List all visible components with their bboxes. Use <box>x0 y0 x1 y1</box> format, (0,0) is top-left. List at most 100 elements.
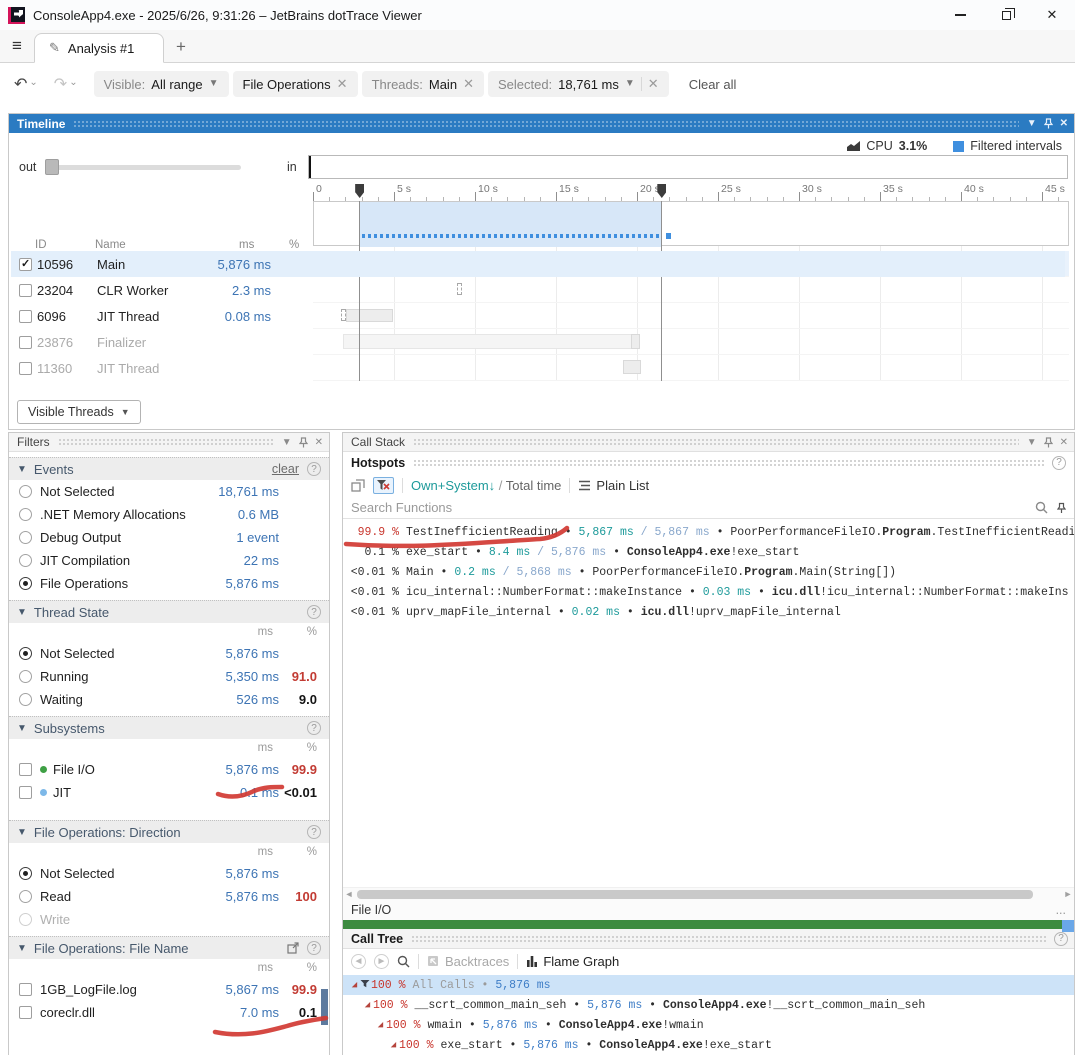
zoom-slider-track[interactable] <box>45 165 241 170</box>
panel-close-icon[interactable]: ✕ <box>315 437 323 448</box>
filter-row[interactable]: Read5,876 ms100 <box>9 885 329 908</box>
navigate-forward-button[interactable]: ► <box>374 954 389 969</box>
chip-close-icon[interactable]: ✕ <box>463 76 474 92</box>
sort-mode-toggle[interactable]: Own+System↓ / Total time <box>411 478 561 493</box>
pin-icon[interactable] <box>1044 437 1053 448</box>
search-icon[interactable] <box>1035 501 1048 514</box>
plain-list-button[interactable]: Plain List <box>578 478 649 493</box>
radio-button[interactable] <box>19 867 32 880</box>
calltree-row[interactable]: ◢100 %wmain • 5,876 ms • ConsoleApp4.exe… <box>343 1015 1074 1035</box>
filter-row[interactable]: Running5,350 ms91.0 <box>9 665 329 688</box>
panel-dropdown-icon[interactable]: ▼ <box>1027 118 1037 129</box>
zoom-range-caret[interactable] <box>309 156 311 178</box>
radio-button[interactable] <box>19 890 32 903</box>
filter-row[interactable]: coreclr.dll7.0 ms0.1 <box>9 1001 329 1024</box>
thread-checkbox[interactable] <box>19 310 32 323</box>
thread-row[interactable]: 10596Main5,876 ms <box>11 251 1065 277</box>
more-icon[interactable]: ... <box>1056 903 1066 917</box>
chevron-down-icon[interactable]: ▼ <box>625 78 635 89</box>
hotspot-row[interactable]: 99.9 %TestInefficientReading • 5,867 ms … <box>343 522 1074 542</box>
thread-row[interactable]: 23876Finalizer <box>11 329 1065 355</box>
filter-row[interactable]: File Operations5,876 ms <box>9 572 329 595</box>
thread-checkbox[interactable] <box>19 362 32 375</box>
backtraces-button[interactable]: Backtraces <box>427 954 509 969</box>
help-icon[interactable]: ? <box>307 721 321 735</box>
chip-close-icon[interactable]: ✕ <box>648 76 659 92</box>
help-icon[interactable]: ? <box>1052 456 1066 470</box>
panel-dropdown-icon[interactable]: ▼ <box>282 437 292 448</box>
calltree-row[interactable]: ◢100 %__scrt_common_main_seh • 5,876 ms … <box>343 995 1074 1015</box>
vertical-scrollbar-thumb[interactable] <box>1062 920 1074 932</box>
radio-button[interactable] <box>19 508 32 521</box>
radio-button[interactable] <box>19 647 32 660</box>
radio-button[interactable] <box>19 693 32 706</box>
undo-button[interactable]: ↶⌄ <box>14 74 38 94</box>
filter-chip-1[interactable]: Visible:All range▼ <box>94 71 229 97</box>
filter-row[interactable]: File I/O5,876 ms99.9 <box>9 758 329 781</box>
add-tab-button[interactable]: + <box>164 32 198 62</box>
radio-button[interactable] <box>19 531 32 544</box>
filter-section-header-5[interactable]: ▼File Operations: File Name? <box>9 936 329 959</box>
thread-row[interactable]: 6096JIT Thread0.08 ms <box>11 303 1065 329</box>
thread-row[interactable]: 23204CLR Worker2.3 ms <box>11 277 1065 303</box>
horizontal-scrollbar[interactable]: ◄ ► <box>343 887 1074 900</box>
checkbox[interactable] <box>19 763 32 776</box>
tab-analysis-1[interactable]: ✎ Analysis #1 <box>34 33 164 63</box>
filter-row[interactable]: Not Selected5,876 ms <box>9 642 329 665</box>
hotspot-row[interactable]: <0.01 %Main • 0.2 ms / 5,868 ms • PoorPe… <box>343 562 1074 582</box>
selection-end-handle[interactable] <box>657 184 666 198</box>
expander-open-icon[interactable]: ◢ <box>349 980 360 990</box>
hotspot-row[interactable]: <0.01 %uprv_mapFile_internal • 0.02 ms •… <box>343 602 1074 622</box>
panel-close-icon[interactable]: ✕ <box>1060 118 1068 129</box>
thread-checkbox[interactable] <box>19 258 32 271</box>
checkbox[interactable] <box>19 1006 32 1019</box>
filter-row[interactable]: JIT Compilation22 ms <box>9 549 329 572</box>
thread-checkbox[interactable] <box>19 284 32 297</box>
filter-section-header-2[interactable]: ▼Thread State? <box>9 600 329 623</box>
radio-button[interactable] <box>19 554 32 567</box>
radio-button[interactable] <box>19 577 32 590</box>
panel-close-icon[interactable]: ✕ <box>1060 437 1068 448</box>
clear-all-button[interactable]: Clear all <box>689 77 737 92</box>
expander-open-icon[interactable]: ◢ <box>362 1000 373 1010</box>
filter-row[interactable]: Write <box>9 908 329 931</box>
panel-dropdown-icon[interactable]: ▼ <box>1027 437 1037 448</box>
hotspot-row[interactable]: 0.1 %exe_start • 8.4 ms / 5,876 ms • Con… <box>343 542 1074 562</box>
events-track[interactable] <box>313 201 1069 246</box>
chip-close-icon[interactable]: ✕ <box>337 76 348 92</box>
sort-total-time[interactable]: Total time <box>506 478 562 493</box>
export-icon[interactable] <box>287 942 299 954</box>
filters-scrollbar-thumb[interactable] <box>321 989 328 1025</box>
close-button[interactable]: ✕ <box>1029 0 1075 30</box>
help-icon[interactable]: ? <box>307 941 321 955</box>
radio-button[interactable] <box>19 913 32 926</box>
navigate-back-button[interactable]: ◄ <box>351 954 366 969</box>
flame-graph-button[interactable]: Flame Graph <box>526 954 619 969</box>
filter-row[interactable]: Debug Output1 event <box>9 526 329 549</box>
selection-start-handle[interactable] <box>355 184 364 198</box>
fileio-section-header[interactable]: File I/O ... <box>343 900 1074 920</box>
scroll-left-icon[interactable]: ◄ <box>343 889 355 899</box>
expander-open-icon[interactable]: ◢ <box>375 1020 386 1030</box>
collapse-nodes-button[interactable] <box>351 479 365 492</box>
remove-filter-button[interactable] <box>373 477 394 494</box>
minimize-button[interactable] <box>937 0 983 30</box>
thread-row[interactable]: 11360JIT Thread <box>11 355 1065 381</box>
filter-chip-3[interactable]: Threads:Main✕ <box>362 71 484 97</box>
clear-link[interactable]: clear <box>272 462 299 476</box>
redo-button[interactable]: ↷⌄ <box>54 74 78 94</box>
maximize-button[interactable] <box>983 0 1029 30</box>
hotspot-row[interactable]: <0.01 %icu_internal::NumberFormat::makeI… <box>343 582 1074 602</box>
visible-threads-button[interactable]: Visible Threads ▼ <box>17 400 141 424</box>
scrollbar-thumb[interactable] <box>357 890 1033 899</box>
calltree-row[interactable]: ◢100 %All Calls • 5,876 ms <box>343 975 1074 995</box>
radio-button[interactable] <box>19 670 32 683</box>
help-icon[interactable]: ? <box>307 605 321 619</box>
filter-row[interactable]: Not Selected18,761 ms <box>9 480 329 503</box>
thread-checkbox[interactable] <box>19 336 32 349</box>
filter-row[interactable]: .NET Memory Allocations0.6 MB <box>9 503 329 526</box>
checkbox[interactable] <box>19 983 32 996</box>
filter-row[interactable]: 1GB_LogFile.log5,867 ms99.9 <box>9 978 329 1001</box>
chevron-down-icon[interactable]: ▼ <box>209 78 219 89</box>
filter-row[interactable]: Waiting526 ms9.0 <box>9 688 329 711</box>
